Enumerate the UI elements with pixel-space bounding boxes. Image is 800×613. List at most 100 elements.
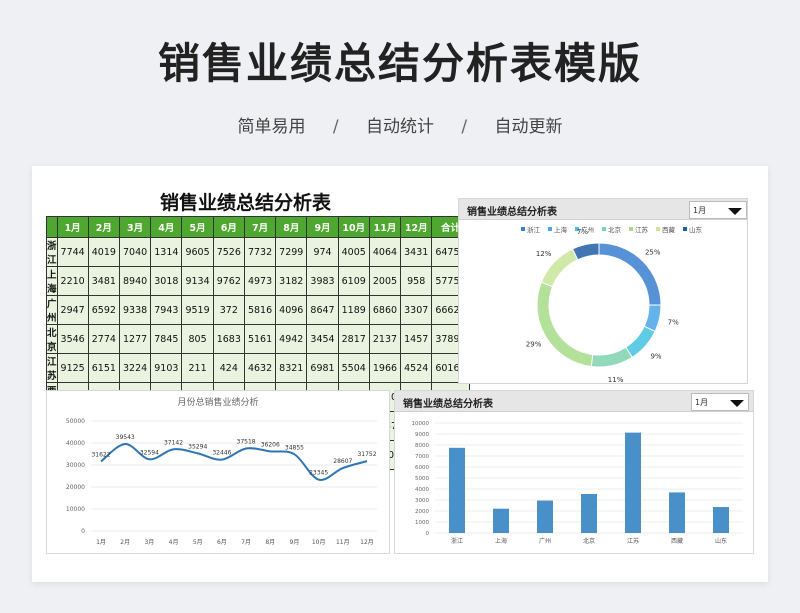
table-cell: 7845 bbox=[150, 324, 183, 355]
data-label: 34855 bbox=[285, 444, 304, 451]
dropdown-value: 1月 bbox=[695, 398, 709, 407]
table-cell: 7040 bbox=[118, 237, 152, 268]
donut-slice bbox=[571, 242, 600, 261]
slice-label: 29% bbox=[526, 341, 542, 349]
table-row: 上海 2210 3481 8940 3018 9134 9762 4973 3182 3983 61… bbox=[46, 266, 470, 297]
donut-chart-panel: 销售业绩总结分析表 1月 浙江 上海 广州 北京 江苏 西藏 山东 25% 7% 9% 11% 29%… bbox=[458, 198, 748, 384]
table-cell: 3983 bbox=[306, 266, 339, 297]
column-header: 9月 bbox=[306, 215, 339, 239]
table-cell: 9125 bbox=[56, 353, 89, 384]
legend-swatch bbox=[602, 227, 606, 231]
table-cell: 7299 bbox=[275, 237, 308, 268]
bar bbox=[581, 493, 597, 533]
table-cell: 6981 bbox=[306, 353, 339, 384]
table-cell: 9134 bbox=[181, 266, 214, 297]
x-tick-label: 广州 bbox=[539, 537, 551, 545]
table-cell: 3454 bbox=[306, 324, 339, 355]
table-cell: 2817 bbox=[337, 324, 370, 355]
table-row: 广州 2947 6592 9338 7943 9519 372 5816 4096 8647 118… bbox=[46, 295, 470, 326]
x-tick-label: 北京 bbox=[583, 537, 595, 545]
table-cell: 8321 bbox=[275, 353, 308, 384]
x-tick-label: 12月 bbox=[360, 539, 374, 546]
donut-panel-header: 销售业绩总结分析表 1月 bbox=[459, 199, 747, 220]
column-header: 3月 bbox=[118, 215, 152, 239]
table-cell: 4019 bbox=[87, 237, 120, 268]
table-cell: 3018 bbox=[150, 266, 183, 297]
bar-chart: 0 1000 2000 3000 4000 5000 6000 7000 8000 9000 100… bbox=[412, 421, 743, 545]
table-cell: 7526 bbox=[212, 237, 245, 268]
x-tick-label: 西藏 bbox=[671, 537, 683, 545]
table-cell: 1966 bbox=[368, 353, 402, 384]
table-cell: 9605 bbox=[181, 237, 214, 268]
y-tick-label: 4000 bbox=[415, 487, 429, 493]
table-cell: 7732 bbox=[243, 237, 277, 268]
chevron-down-icon[interactable] bbox=[730, 400, 744, 407]
y-tick-label: 6000 bbox=[415, 465, 429, 471]
column-header: 12月 bbox=[400, 215, 433, 239]
y-tick-label: 20000 bbox=[66, 484, 85, 491]
table-cell: 424 bbox=[212, 353, 245, 384]
column-header: 7月 bbox=[243, 215, 277, 239]
table-cell: 4005 bbox=[337, 237, 370, 268]
feature-easy: 简单易用 bbox=[237, 117, 306, 137]
x-tick-label: 6月 bbox=[217, 539, 227, 546]
table-cell: 2137 bbox=[368, 324, 402, 355]
table-title: 销售业绩总结分析表 bbox=[160, 192, 332, 214]
x-tick-label: 10月 bbox=[312, 539, 326, 546]
column-header: 6月 bbox=[212, 215, 245, 239]
line-chart: 月份总销售业绩分析 0 10000 20000 30000 40000 50000 31622… bbox=[66, 396, 377, 546]
table-cell: 7744 bbox=[56, 237, 89, 268]
y-tick-label: 0 bbox=[426, 531, 430, 537]
donut-chart: 浙江 上海 广州 北京 江苏 西藏 山东25%7%9%11%29%12%7% bbox=[521, 225, 703, 383]
table-cell: 4942 bbox=[275, 324, 308, 355]
y-tick-label: 10000 bbox=[412, 421, 430, 427]
legend-swatch bbox=[683, 227, 687, 231]
feature-subtitle: 简单易用 / 自动统计 / 自动更新 bbox=[0, 112, 800, 137]
chevron-down-icon[interactable] bbox=[728, 208, 742, 215]
table-cell: 2210 bbox=[56, 266, 89, 297]
feature-auto-update: 自动更新 bbox=[494, 117, 563, 137]
y-tick-label: 50000 bbox=[66, 418, 85, 425]
table-cell: 9519 bbox=[181, 295, 214, 326]
table-cell: 3307 bbox=[400, 295, 433, 326]
table-cell: 3481 bbox=[87, 266, 120, 297]
bar bbox=[625, 432, 641, 533]
donut-slice bbox=[536, 281, 594, 368]
data-label: 31622 bbox=[91, 451, 110, 458]
legend-label: 浙江 bbox=[527, 225, 541, 234]
table-cell: 5161 bbox=[243, 324, 277, 355]
x-tick-label: 11月 bbox=[336, 539, 350, 546]
table-cell: 1189 bbox=[337, 295, 370, 326]
y-tick-label: 2000 bbox=[415, 509, 429, 515]
slice-label: 7% bbox=[577, 228, 588, 236]
bar-chart-panel: 销售业绩总结分析表 1月 0 1000 2000 3000 4000 5000 6000 70… bbox=[394, 390, 754, 554]
y-tick-label: 10000 bbox=[66, 506, 85, 513]
legend-label: 江苏 bbox=[635, 225, 649, 234]
table-cell: 8647 bbox=[306, 295, 339, 326]
donut-slice bbox=[590, 346, 633, 368]
x-tick-label: 4月 bbox=[169, 539, 179, 546]
donut-panel-title: 销售业绩总结分析表 bbox=[467, 207, 557, 218]
table-cell: 211 bbox=[181, 353, 214, 384]
bar bbox=[669, 492, 685, 533]
row-label: 江苏 bbox=[46, 353, 58, 384]
legend-label: 北京 bbox=[608, 225, 622, 234]
donut-month-dropdown[interactable]: 1月 bbox=[689, 201, 747, 219]
data-label: 36206 bbox=[261, 441, 280, 448]
table-cell: 1457 bbox=[400, 324, 433, 355]
table-cell: 805 bbox=[181, 324, 214, 355]
y-tick-label: 5000 bbox=[415, 476, 429, 482]
bar-panel-title: 销售业绩总结分析表 bbox=[403, 399, 493, 410]
x-tick-label: 上海 bbox=[495, 537, 507, 545]
y-tick-label: 7000 bbox=[415, 454, 429, 460]
table-row: 北京 3546 2774 1277 7845 805 1683 5161 4942 3454 281… bbox=[46, 324, 470, 355]
column-header: 5月 bbox=[181, 215, 214, 239]
column-header: 1月 bbox=[56, 215, 89, 239]
bar-panel-header: 销售业绩总结分析表 1月 bbox=[395, 391, 753, 412]
column-header: 4月 bbox=[150, 215, 183, 239]
table-cell: 5816 bbox=[243, 295, 277, 326]
table-cell: 9338 bbox=[118, 295, 152, 326]
bar-month-dropdown[interactable]: 1月 bbox=[691, 393, 749, 411]
table-cell: 4524 bbox=[400, 353, 433, 384]
x-tick-label: 7月 bbox=[241, 539, 251, 546]
